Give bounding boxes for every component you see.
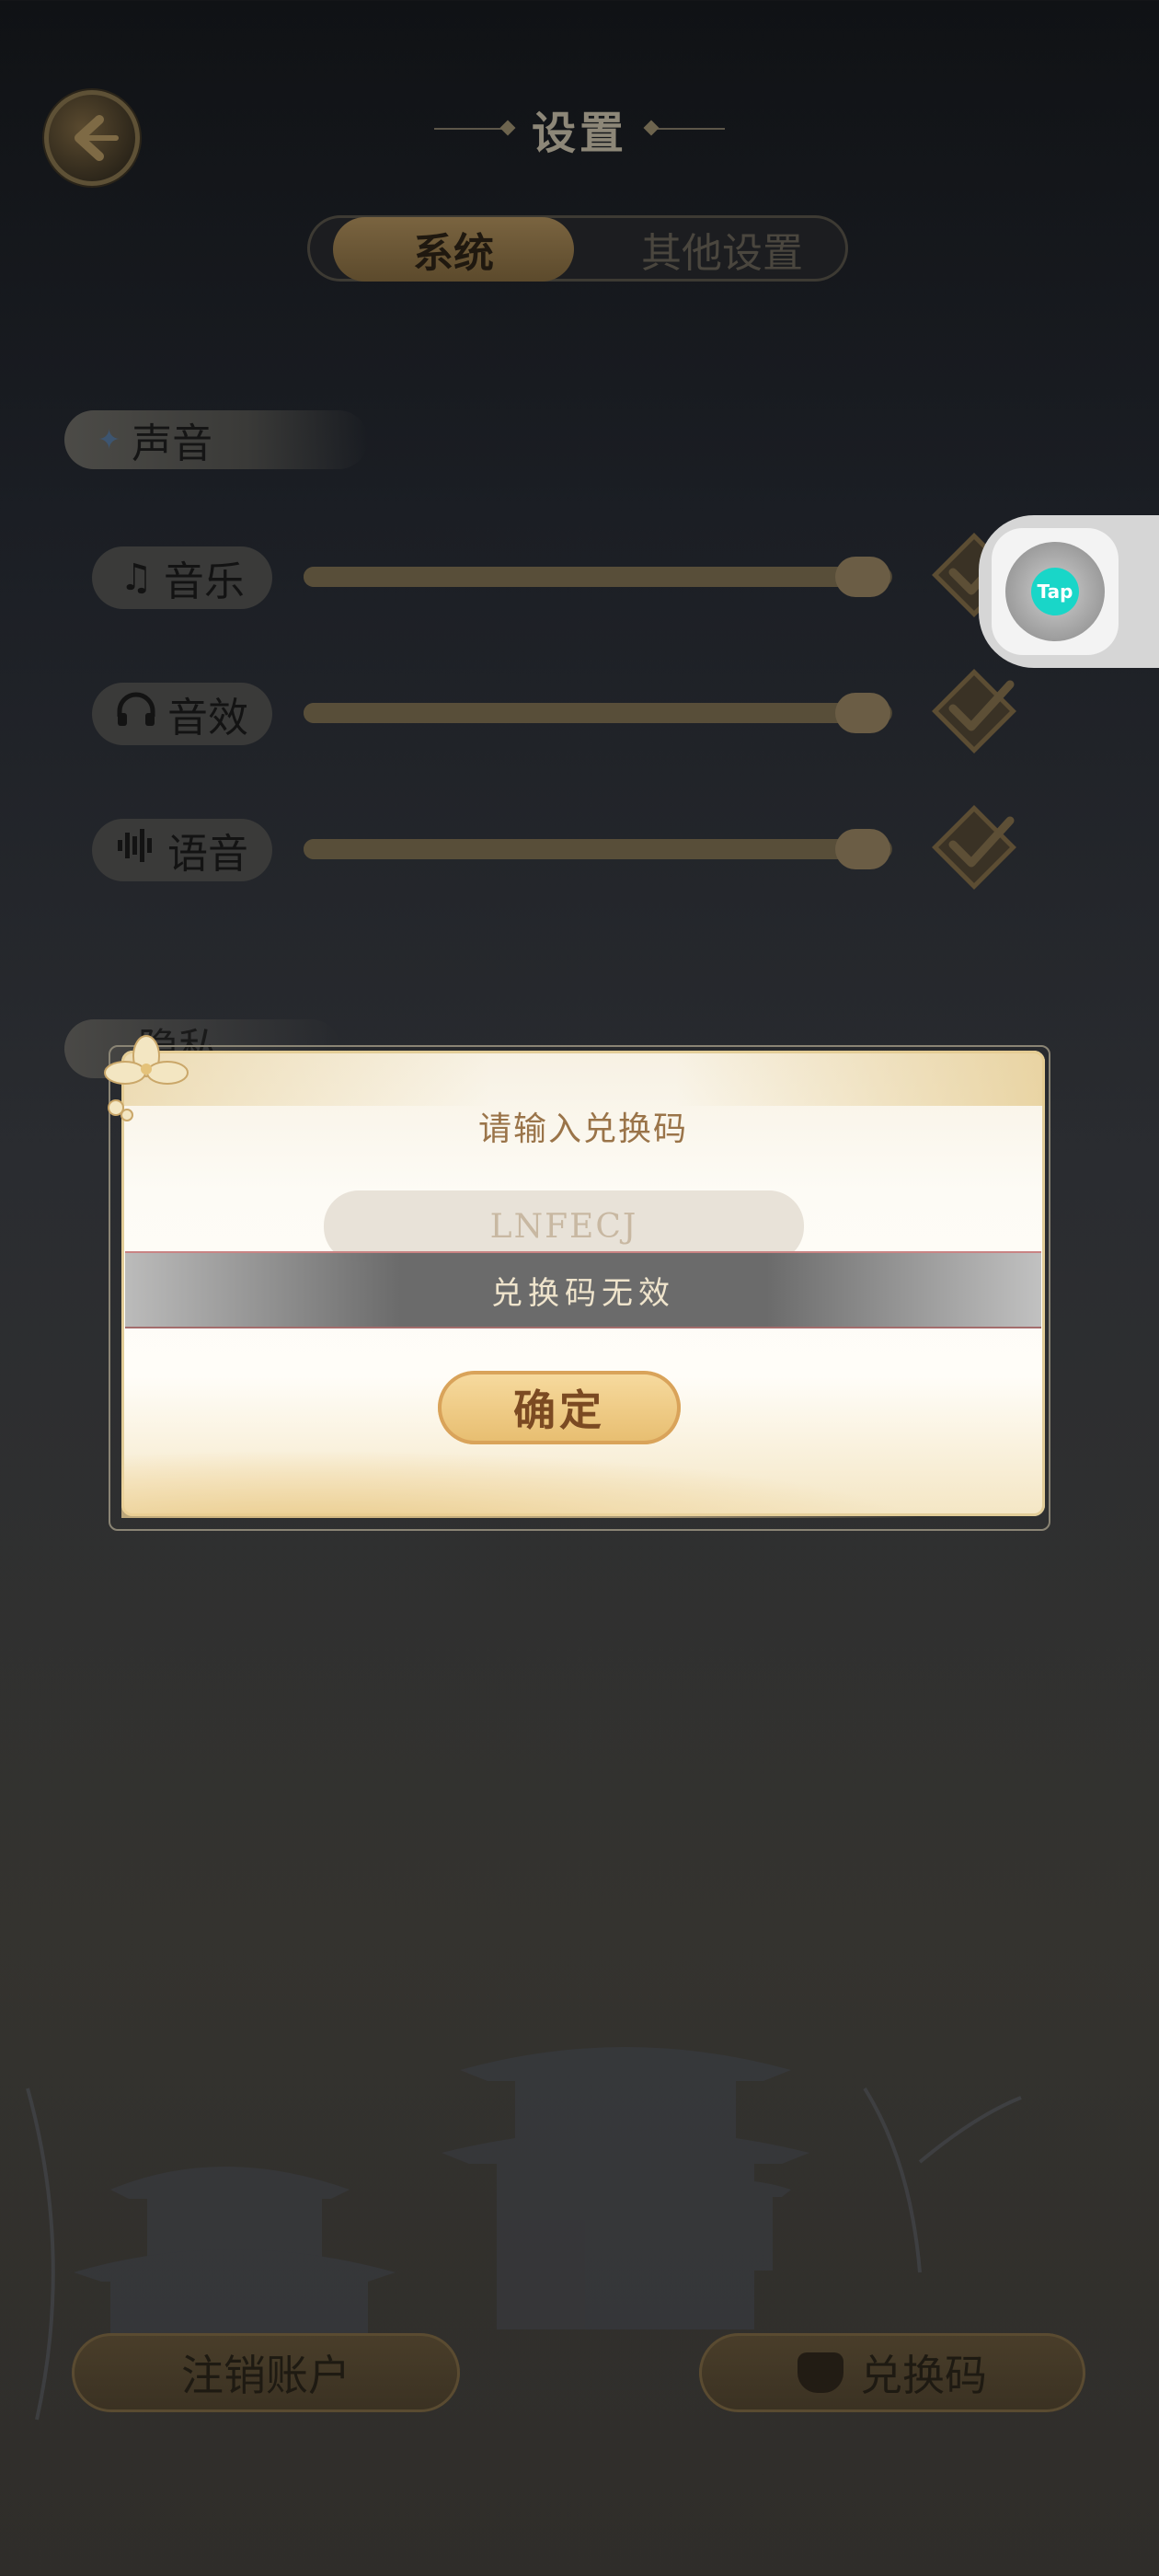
section-label: 声音 (132, 420, 213, 467)
tab-system[interactable]: 系统 (333, 217, 574, 282)
dialog-decoration-bottom (121, 1435, 1045, 1518)
headphones-icon (116, 691, 156, 737)
music-label: ♫ 音乐 (92, 546, 272, 609)
logout-account-button[interactable]: 注销账户 (72, 2333, 460, 2412)
dialog-title: 请输入兑换码 (477, 1110, 688, 1148)
music-label-text: 音乐 (163, 558, 245, 605)
voice-wave-icon (116, 827, 156, 873)
error-toast: 兑换码无效 (125, 1251, 1041, 1328)
sfx-label: 音效 (92, 683, 272, 745)
tab-other-settings[interactable]: 其他设置 (607, 217, 837, 282)
slider-knob[interactable] (835, 693, 890, 733)
confirm-button[interactable]: 确定 (438, 1371, 681, 1444)
treasure-pot-icon (798, 2352, 843, 2393)
voice-label-text: 语音 (167, 831, 248, 878)
slider-fill (304, 703, 863, 723)
title-bar: 设置 (0, 101, 1159, 159)
tap-badge: Tap (1005, 542, 1105, 641)
voice-volume-slider[interactable] (304, 829, 892, 869)
slider-knob[interactable] (835, 829, 890, 869)
logout-label: 注销账户 (181, 2351, 350, 2400)
music-note-icon: ♫ (120, 557, 153, 599)
voice-label: 语音 (92, 819, 272, 881)
slider-fill (304, 839, 863, 859)
voice-toggle-checkbox[interactable] (925, 799, 1023, 896)
redeem-label: 兑换码 (860, 2351, 987, 2400)
slider-knob[interactable] (835, 557, 890, 597)
redeem-code-button[interactable]: 兑换码 (699, 2333, 1085, 2412)
slider-fill (304, 567, 863, 587)
sfx-toggle-checkbox[interactable] (925, 662, 1023, 760)
title-ornament-left (433, 128, 508, 130)
tap-floating-button[interactable]: Tap (992, 528, 1119, 655)
sfx-label-text: 音效 (167, 695, 248, 742)
title-ornament-right (651, 128, 725, 130)
tap-logo-icon: Tap (1031, 568, 1079, 615)
page-title: 设置 (531, 108, 627, 159)
music-volume-slider[interactable] (304, 557, 892, 597)
sfx-volume-slider[interactable] (304, 693, 892, 733)
dialog-decoration-top (121, 1051, 1045, 1106)
sparkle-icon: ✦ (98, 423, 121, 456)
section-header-sound: ✦ 声音 (64, 410, 368, 469)
